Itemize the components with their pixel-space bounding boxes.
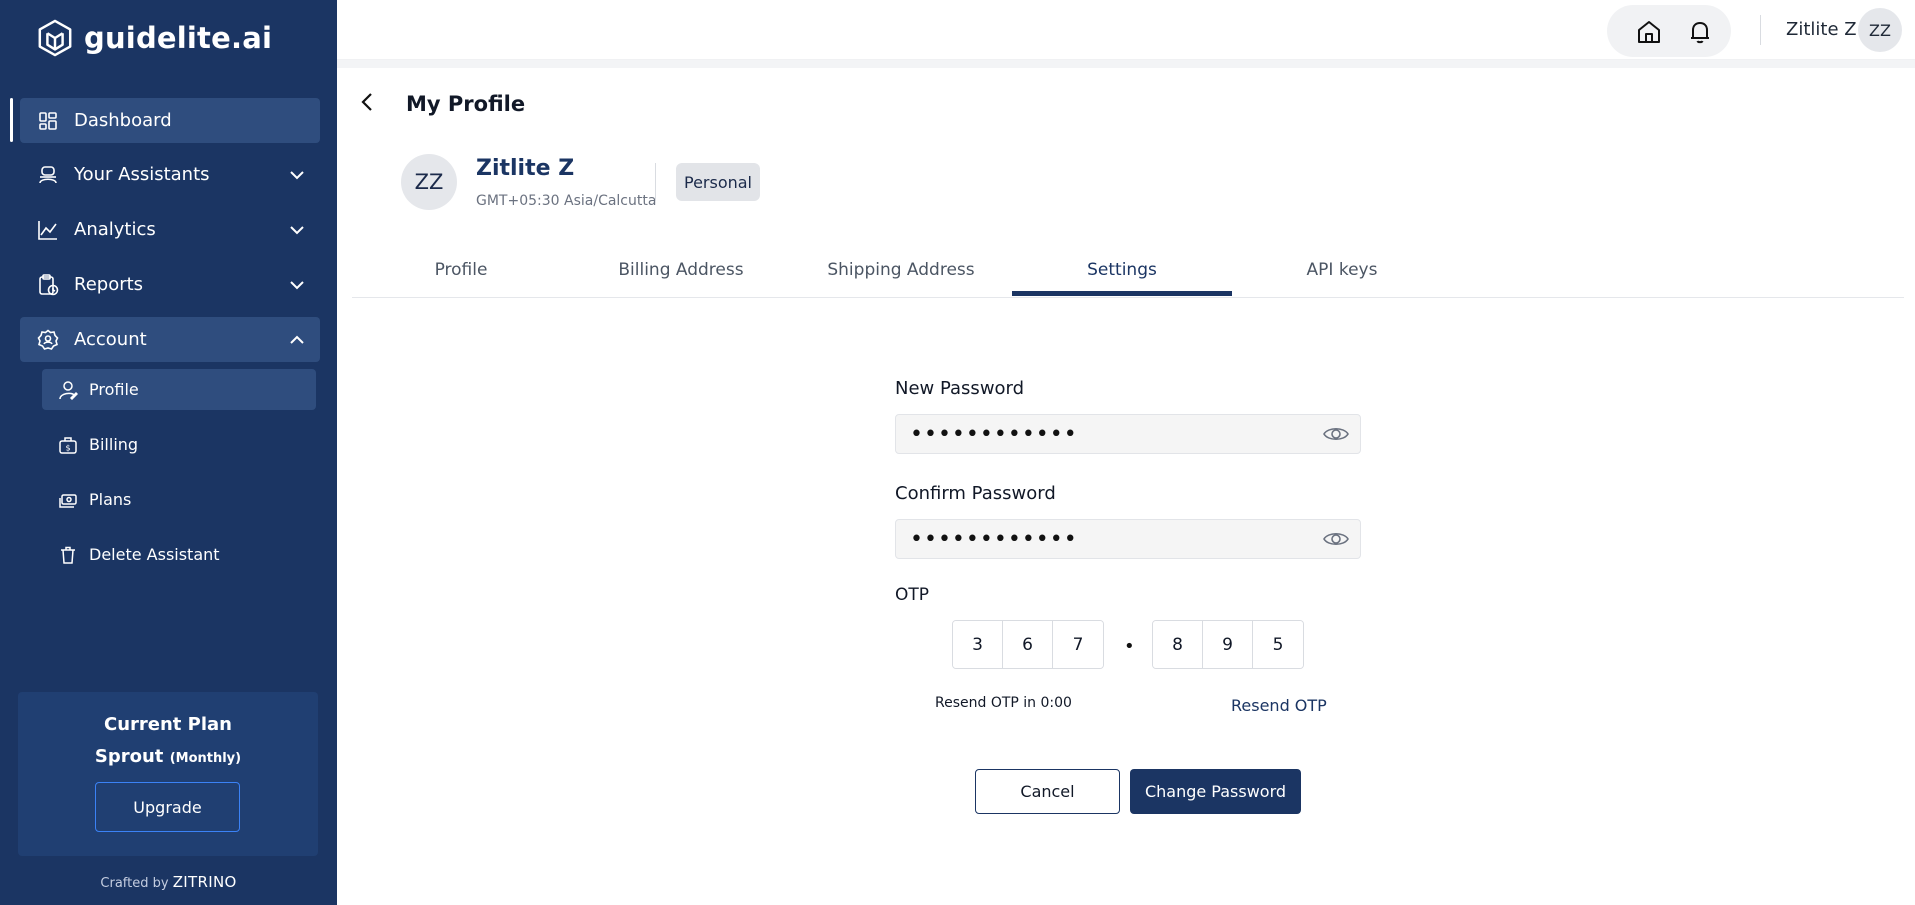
dashboard-icon	[36, 109, 60, 133]
resend-otp-timer: Resend OTP in 0:00	[935, 695, 1072, 711]
sidebar-item-label: Analytics	[74, 219, 156, 240]
sidebar-subitem-plans[interactable]: Plans	[42, 479, 316, 520]
sidebar-item-dashboard[interactable]: Dashboard	[20, 98, 320, 143]
brand-logo[interactable]: guidelite.ai	[36, 18, 272, 58]
sidebar-subitem-label: Billing	[89, 435, 139, 454]
top-divider	[1760, 15, 1761, 45]
new-password-field	[895, 414, 1361, 454]
otp-group-first: 3 6 7	[952, 620, 1104, 669]
user-avatar[interactable]: ZZ	[1858, 8, 1902, 52]
bell-icon[interactable]	[1687, 19, 1713, 45]
sidebar-item-your-assistants[interactable]: Your Assistants	[20, 152, 320, 197]
tab-billing-address[interactable]: Billing Address	[571, 258, 791, 298]
sidebar-item-label: Reports	[74, 274, 144, 295]
eye-icon[interactable]	[1322, 528, 1350, 550]
sidebar-item-label: Your Assistants	[74, 164, 210, 185]
account-type-badge: Personal	[676, 163, 760, 201]
sidebar-subitem-billing[interactable]: $ Billing	[42, 424, 316, 465]
sidebar-item-reports[interactable]: Reports	[20, 262, 320, 307]
svg-text:$: $	[65, 443, 70, 452]
otp-digit-3[interactable]: 7	[1053, 621, 1103, 668]
tab-shipping-address[interactable]: Shipping Address	[791, 258, 1011, 298]
crafted-brand[interactable]: ZITRINO	[173, 873, 237, 891]
otp-digit-4[interactable]: 8	[1153, 621, 1203, 668]
back-arrow-icon[interactable]	[356, 90, 380, 114]
tabs-divider	[352, 297, 1904, 298]
tab-api-keys[interactable]: API keys	[1232, 258, 1452, 298]
profile-timezone: GMT+05:30 Asia/Calcutta	[476, 193, 657, 209]
plans-icon	[58, 490, 78, 510]
profile-name: Zitlite Z	[476, 156, 575, 181]
profile-divider	[655, 163, 656, 201]
chevron-up-icon	[290, 335, 304, 344]
top-bar-shadow	[337, 60, 1915, 68]
sidebar-subitem-delete-assistant[interactable]: Delete Assistant	[42, 534, 316, 575]
reports-icon	[36, 273, 60, 297]
sidebar-item-analytics[interactable]: Analytics	[20, 207, 320, 252]
otp-label: OTP	[895, 585, 930, 605]
assistant-icon	[36, 163, 60, 187]
active-indicator	[10, 98, 13, 142]
otp-group-second: 8 9 5	[1152, 620, 1304, 669]
sidebar-item-account[interactable]: Account	[20, 317, 320, 362]
plan-name-text: Sprout	[94, 746, 164, 767]
plan-title: Current Plan	[104, 714, 232, 735]
confirm-password-field	[895, 519, 1361, 559]
account-icon	[36, 328, 60, 352]
otp-digit-2[interactable]: 6	[1003, 621, 1053, 668]
change-password-button[interactable]: Change Password	[1130, 769, 1301, 814]
confirm-password-label: Confirm Password	[895, 483, 1056, 504]
sidebar-subitem-label: Plans	[89, 490, 132, 509]
chevron-down-icon	[290, 281, 304, 290]
current-plan-card: Current Plan Sprout (Monthly) Upgrade	[18, 692, 318, 856]
otp-digit-6[interactable]: 5	[1253, 621, 1303, 668]
upgrade-button[interactable]: Upgrade	[95, 782, 240, 832]
chevron-down-icon	[290, 226, 304, 235]
resend-otp-link[interactable]: Resend OTP	[1231, 696, 1327, 715]
profile-icon	[58, 380, 78, 400]
user-name[interactable]: Zitlite Z	[1786, 19, 1857, 40]
logo-icon	[38, 19, 72, 57]
otp-digit-5[interactable]: 9	[1203, 621, 1253, 668]
confirm-password-input[interactable]	[910, 520, 1310, 558]
analytics-icon	[36, 218, 60, 242]
trash-icon	[58, 545, 78, 565]
new-password-label: New Password	[895, 378, 1025, 399]
sidebar-item-label: Account	[74, 329, 147, 350]
active-tab-indicator	[1012, 291, 1232, 296]
sidebar-subitem-label: Delete Assistant	[89, 545, 220, 564]
eye-icon[interactable]	[1322, 423, 1350, 445]
sidebar-subitem-label: Profile	[89, 380, 139, 399]
new-password-input[interactable]	[910, 415, 1310, 453]
page-title: My Profile	[406, 92, 526, 116]
sidebar: guidelite.ai Dashboard Your Assistants A…	[0, 0, 337, 905]
cancel-button[interactable]: Cancel	[975, 769, 1120, 814]
plan-name: Sprout (Monthly)	[18, 746, 318, 767]
home-icon[interactable]	[1636, 19, 1662, 45]
profile-avatar: ZZ	[401, 154, 457, 210]
plan-period: (Monthly)	[169, 751, 242, 766]
crafted-by: Crafted by ZITRINO	[0, 873, 337, 891]
sidebar-item-label: Dashboard	[74, 110, 172, 131]
otp-separator: •	[1124, 636, 1135, 657]
brand-name: guidelite.ai	[84, 21, 273, 55]
billing-icon: $	[58, 435, 78, 455]
crafted-prefix: Crafted by	[100, 876, 169, 891]
quick-actions	[1607, 5, 1731, 57]
otp-digit-1[interactable]: 3	[953, 621, 1003, 668]
chevron-down-icon	[290, 171, 304, 180]
sidebar-subitem-profile[interactable]: Profile	[42, 369, 316, 410]
tab-profile[interactable]: Profile	[351, 258, 571, 298]
